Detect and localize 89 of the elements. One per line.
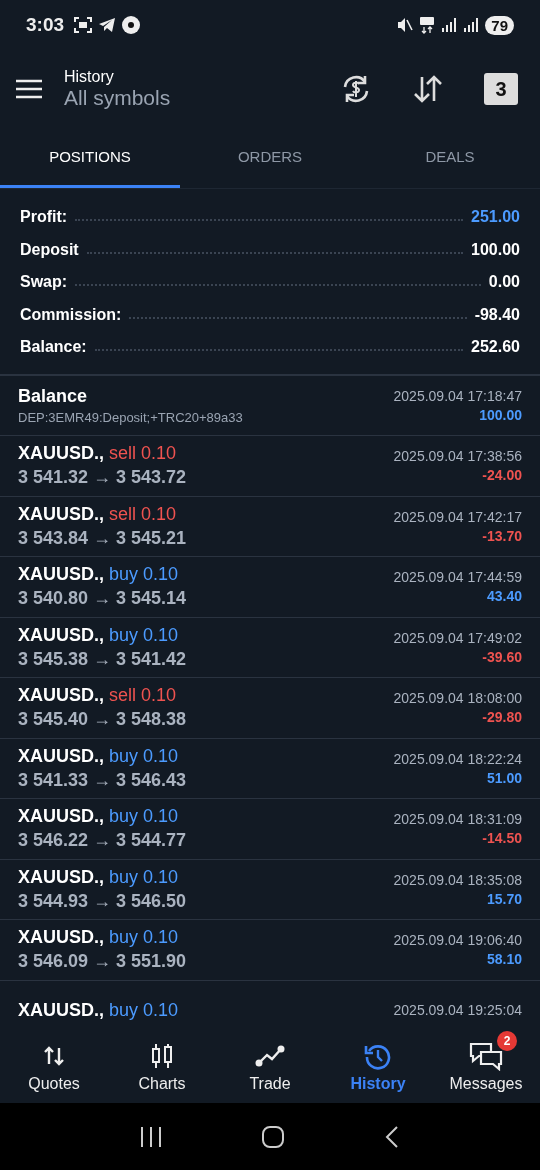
nav-tab[interactable]: Quotes: [0, 1030, 108, 1103]
trade-time: 2025.09.04 17:44:59: [393, 569, 522, 586]
summary-label: Balance:: [20, 338, 87, 357]
summary-value: 100.00: [471, 240, 520, 259]
calendar-button[interactable]: 3: [484, 73, 518, 105]
trade-symbol: XAUUSD.,: [18, 806, 104, 828]
row-title: Balance: [18, 385, 89, 407]
trade-action: sell 0.10: [109, 503, 177, 525]
trade-time: 2025.09.04 18:08:00: [393, 690, 522, 707]
trade-prices: 3 541.33 → 3 546.43: [18, 769, 187, 791]
trade-symbol: XAUUSD.,: [18, 685, 104, 707]
trade-profit: 43.40: [486, 588, 522, 605]
menu-icon[interactable]: [14, 77, 44, 101]
trade-profit: 51.00: [486, 769, 522, 786]
trade-time: 2025.09.04 17:42:17: [393, 508, 522, 525]
trade-profit: 15.70: [486, 890, 522, 907]
network-icon: [419, 16, 436, 34]
trade-prices: 3 544.93 → 3 546.50: [18, 890, 187, 912]
trade-action: buy 0.10: [109, 927, 179, 949]
trade-profit: -14.50: [482, 830, 522, 847]
trade-profit: -13.70: [482, 527, 522, 544]
nav-tab[interactable]: History: [324, 1030, 432, 1103]
trade-symbol: XAUUSD.,: [18, 999, 104, 1021]
trade-prices: 3 546.09 → 3 551.90: [18, 951, 187, 973]
battery-level: 79: [485, 15, 514, 35]
trade-time: 2025.09.04 18:31:09: [393, 811, 522, 828]
deposit-comment: DEP:3EMR49:Deposit;+TRC20+89a33: [18, 409, 243, 425]
signal-icon: [441, 17, 458, 33]
chat-icon: [469, 1040, 503, 1071]
trade-profit: -24.00: [482, 467, 522, 484]
signal-icon: [463, 17, 480, 33]
line-chart-icon: [255, 1043, 285, 1068]
candlestick-icon: [150, 1042, 174, 1069]
recent-apps-icon[interactable]: [139, 1125, 162, 1148]
trade-symbol: XAUUSD.,: [18, 927, 104, 949]
trade-action: buy 0.10: [109, 806, 179, 828]
trade-symbol: XAUUSD.,: [18, 745, 104, 767]
summary-label: Swap:: [20, 273, 68, 292]
tab[interactable]: ORDERS: [180, 128, 360, 188]
trade-symbol: XAUUSD.,: [18, 503, 104, 525]
trade-action: buy 0.10: [109, 999, 179, 1021]
summary-label: Profit:: [20, 208, 68, 227]
trade-profit: 100.00: [479, 406, 522, 423]
tab[interactable]: DEALS: [360, 128, 540, 188]
trade-prices: 3 541.32 → 3 543.72: [18, 467, 187, 489]
tab[interactable]: POSITIONS: [0, 128, 180, 188]
trade-action: sell 0.10: [109, 685, 177, 707]
trade-time: 2025.09.04 17:18:47: [393, 387, 522, 404]
mute-icon: [397, 17, 414, 33]
screenshot-icon: [74, 17, 93, 33]
trade-prices: 3 545.38 → 3 541.42: [18, 648, 187, 670]
nav-tab[interactable]: Charts: [108, 1030, 216, 1103]
nav-tab[interactable]: 2 Messages: [432, 1030, 540, 1103]
sort-icon[interactable]: [412, 73, 444, 105]
trade-time: 2025.09.04 17:49:02: [393, 629, 522, 646]
trade-symbol: XAUUSD.,: [18, 866, 104, 888]
trade-action: buy 0.10: [109, 745, 179, 767]
symbol-filter[interactable]: All symbols: [64, 86, 171, 110]
screen-title: History: [64, 68, 115, 86]
trade-prices: 3 545.40 → 3 548.38: [18, 709, 187, 731]
trade-time: 2025.09.04 17:38:56: [393, 448, 522, 465]
trade-prices: 3 546.22 → 3 544.77: [18, 830, 187, 852]
summary-value: -98.40: [474, 305, 520, 324]
trade-time: 2025.09.04 19:25:04: [393, 1002, 522, 1019]
summary-label: Deposit: [20, 240, 79, 259]
nav-tab[interactable]: Trade: [216, 1030, 324, 1103]
trade-symbol: XAUUSD.,: [18, 564, 104, 586]
unread-badge: 2: [497, 1030, 517, 1051]
trade-symbol: XAUUSD.,: [18, 624, 104, 646]
trade-time: 2025.09.04 18:22:24: [393, 750, 522, 767]
trade-action: buy 0.10: [109, 624, 179, 646]
summary-value: 0.00: [488, 273, 520, 292]
summary-value: 252.60: [471, 338, 520, 357]
summary-value: 251.00: [471, 208, 520, 227]
trade-symbol: XAUUSD.,: [18, 443, 104, 465]
status-time: 3:03: [26, 14, 65, 36]
trade-profit: 58.10: [486, 951, 522, 968]
trade-prices: 3 543.84 → 3 545.21: [18, 527, 187, 549]
trade-time: 2025.09.04 18:35:08: [393, 871, 522, 888]
summary-label: Commission:: [20, 305, 122, 324]
home-icon[interactable]: [261, 1124, 285, 1149]
trade-profit: -39.60: [482, 648, 522, 665]
trade-action: buy 0.10: [109, 564, 179, 586]
trade-action: buy 0.10: [109, 866, 179, 888]
trade-prices: 3 540.80 → 3 545.14: [18, 588, 187, 610]
trade-time: 2025.09.04 19:06:40: [393, 932, 522, 949]
trade-profit: -29.80: [482, 709, 522, 726]
trade-action: sell 0.10: [109, 443, 177, 465]
back-icon[interactable]: [384, 1124, 401, 1149]
